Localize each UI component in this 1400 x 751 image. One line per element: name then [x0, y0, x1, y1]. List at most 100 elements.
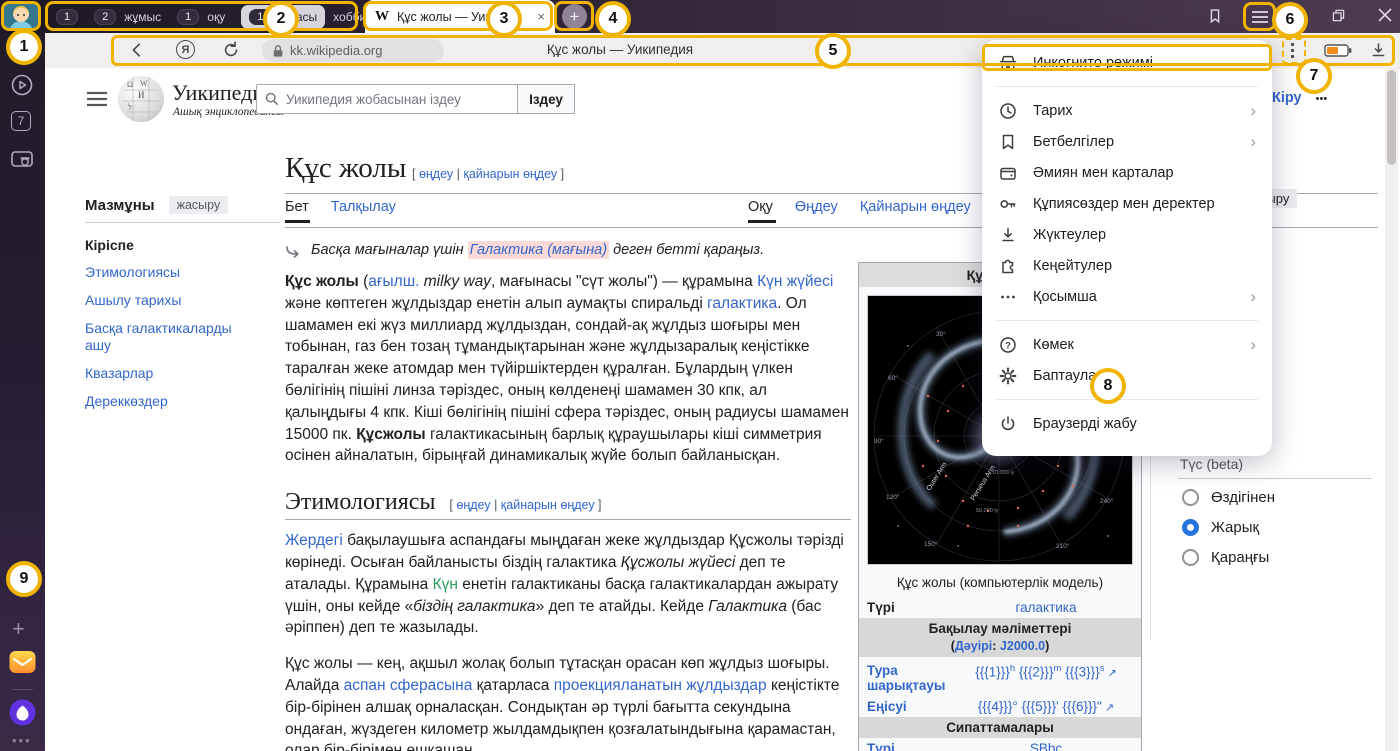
color-option-auto[interactable]: Өздігінен	[1182, 489, 1275, 506]
callout-2: 2	[263, 1, 299, 37]
scrollbar-thumb[interactable]	[1387, 70, 1396, 165]
profile-avatar[interactable]	[4, 3, 38, 29]
tab-edit[interactable]: Өңдеу	[795, 199, 838, 215]
tab-read[interactable]: Оқу	[748, 199, 773, 215]
ra-label[interactable]: Тура шарықтауы	[867, 663, 959, 693]
tab-group-2-label[interactable]: жұмыс	[124, 10, 161, 24]
radio-unchecked-icon[interactable]	[1182, 549, 1199, 566]
section-edit-links[interactable]: [ өңдеу | қайнарын өңдеу ]	[449, 498, 601, 512]
menu-item-help[interactable]: ? Көмек ›	[982, 329, 1272, 360]
tab-talk[interactable]: Талқылау	[331, 199, 396, 215]
tab-edit-source[interactable]: Қайнарын өңдеу	[860, 199, 971, 215]
tab-groups-bar: 1 2 жұмыс 1 оқу 1 отбасы хобби	[48, 3, 354, 30]
svg-text:60°: 60°	[888, 374, 898, 382]
dec-value[interactable]: {{{4}}}° {{{5}}}' {{{6}}}" ↗	[959, 699, 1133, 714]
menu-item-extensions[interactable]: Кеңейтулер	[982, 250, 1272, 281]
menu-item-bookmarks[interactable]: Бетбелгілер ›	[982, 126, 1272, 157]
title-edit-links[interactable]: [ өңдеу | қайнарын өңдеу ]	[412, 167, 564, 181]
menu-hamburger-icon[interactable]	[1251, 9, 1269, 25]
user-nav-more-icon[interactable]: •••	[1316, 93, 1328, 105]
tab-group-3-count[interactable]: 1	[177, 9, 199, 25]
submenu-chevron-icon: ›	[1250, 288, 1256, 305]
toc-item-etymology[interactable]: Этимологиясы	[85, 264, 280, 281]
color-divider	[1178, 478, 1372, 479]
tab-group-2-count[interactable]: 2	[94, 9, 116, 25]
type-value[interactable]: галактика	[959, 600, 1133, 615]
menu-divider	[996, 399, 1258, 400]
wiki-menu-hamburger-icon[interactable]	[86, 91, 108, 107]
toc-heading: Мазмұны	[85, 197, 155, 214]
bookmark-icon	[998, 132, 1018, 152]
sidebar-divider	[12, 689, 33, 690]
color-option-dark[interactable]: Қараңғы	[1182, 549, 1269, 566]
window-restore-icon[interactable]	[1330, 7, 1347, 24]
screenshot-icon[interactable]	[10, 149, 34, 171]
puzzle-icon	[998, 256, 1018, 276]
svg-text:50,000 ly: 50,000 ly	[976, 508, 999, 514]
page-scrollbar[interactable]	[1385, 33, 1398, 751]
menu-item-downloads[interactable]: Жүктеулер	[982, 219, 1272, 250]
menu-item-label: Жүктеулер	[1033, 227, 1106, 243]
menu-item-more[interactable]: Қосымша ›	[982, 281, 1272, 312]
active-tab[interactable]: W Құс жолы — Уик ×	[365, 0, 555, 33]
svg-text:150°: 150°	[924, 540, 938, 548]
dec-label[interactable]: Еңісуі	[867, 699, 959, 714]
search-button[interactable]: Іздеу	[517, 84, 575, 114]
toc-item-quasars[interactable]: Квазарлар	[85, 365, 280, 382]
ra-value[interactable]: {{{1}}}h {{{2}}}m {{{3}}}s ↗	[959, 663, 1133, 680]
sidebar-more-icon[interactable]: •••	[12, 733, 32, 748]
toc-hide-button[interactable]: жасыру	[169, 196, 229, 214]
section-heading: Этимологиясы	[285, 489, 436, 515]
video-play-icon[interactable]	[10, 73, 34, 97]
svg-text:W: W	[140, 79, 148, 88]
browser-window: 1 2 жұмыс 1 оқу 1 отбасы хобби W Құс жол…	[0, 0, 1400, 751]
tab-page[interactable]: Бет	[285, 199, 309, 215]
partial-label[interactable]: Түрі	[867, 741, 959, 751]
search-icon	[265, 92, 279, 106]
window-close-icon[interactable]	[1377, 7, 1393, 23]
infobox-ra-row: Тура шарықтауы {{{1}}}h {{{2}}}m {{{3}}}…	[859, 657, 1141, 696]
color-option-label: Жарық	[1211, 519, 1259, 536]
wikipedia-globe-logo[interactable]: Ω И W ל	[116, 74, 166, 124]
menu-item-wallet[interactable]: Әмиян мен карталар	[982, 157, 1272, 188]
tab-counter-badge[interactable]: 7	[11, 111, 31, 131]
hatnote: Басқа мағыналар үшін Галактика (мағына) …	[285, 242, 851, 259]
sidebar-add-icon[interactable]: +	[12, 616, 25, 642]
toc-item-intro[interactable]: Кіріспе	[85, 237, 280, 253]
menu-item-label: Көмек	[1033, 337, 1074, 353]
tab-group-3-label[interactable]: оқу	[207, 10, 225, 24]
battery-icon[interactable]	[1324, 44, 1352, 57]
menu-item-label: Бетбелгілер	[1033, 134, 1114, 150]
menu-item-history[interactable]: Тарих ›	[982, 95, 1272, 126]
alice-assistant-icon[interactable]	[9, 699, 36, 726]
side-panel-bookmark-icon[interactable]	[1206, 7, 1224, 25]
wiki-search-input[interactable]: Уикипедия жобасынан іздеу	[256, 84, 518, 114]
ellipsis-icon	[998, 287, 1018, 307]
wallet-icon	[998, 163, 1018, 183]
color-option-light[interactable]: Жарық	[1182, 519, 1259, 536]
tab-group-1-count[interactable]: 1	[56, 9, 78, 25]
toc-item-discovery[interactable]: Ашылу тарихы	[85, 292, 280, 309]
infobox-caption: Құс жолы (компьютерлік модель)	[859, 573, 1141, 597]
menu-item-settings[interactable]: Баптаулар	[982, 360, 1272, 391]
tab-page-underline	[285, 220, 310, 223]
tab-group-5-label[interactable]: хобби	[333, 10, 366, 24]
key-icon	[998, 194, 1018, 214]
menu-item-passwords[interactable]: Құпиясөздер мен деректер	[982, 188, 1272, 219]
toc-item-sources[interactable]: Дереккөздер	[85, 393, 280, 410]
menu-item-label: Браузерді жабу	[1033, 416, 1137, 432]
yandex-mail-icon[interactable]	[9, 650, 36, 674]
menu-item-incognito[interactable]: Инкогнито режимі	[982, 47, 1272, 78]
submenu-chevron-icon: ›	[1250, 336, 1256, 353]
login-link[interactable]: Кіру	[1272, 90, 1302, 106]
partial-value[interactable]: SBbc	[959, 741, 1133, 751]
toc-item-other-galaxies[interactable]: Басқа галактикаларды ашу	[85, 320, 255, 354]
new-tab-button[interactable]: +	[562, 4, 587, 29]
submenu-chevron-icon: ›	[1250, 102, 1256, 119]
kebab-menu-icon[interactable]	[1290, 42, 1295, 59]
menu-item-close-browser[interactable]: Браузерді жабу	[982, 408, 1272, 439]
radio-checked-icon[interactable]	[1182, 519, 1199, 536]
article-title: Құс жолы	[285, 152, 406, 185]
tab-close-icon[interactable]: ×	[537, 9, 545, 24]
radio-unchecked-icon[interactable]	[1182, 489, 1199, 506]
